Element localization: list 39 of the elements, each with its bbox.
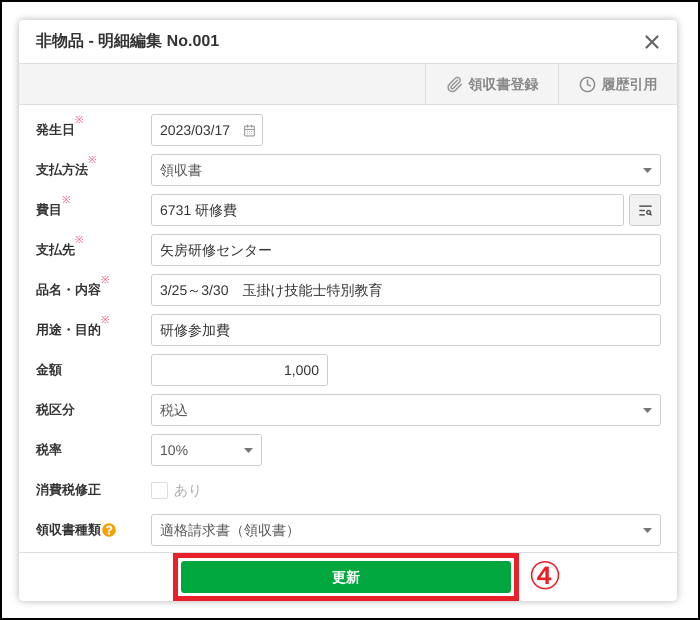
field-label: 発生日 xyxy=(36,121,75,140)
caret-icon xyxy=(643,408,652,412)
select-field[interactable]: 適格請求書（領収書） xyxy=(151,514,661,546)
required-mark: ※ xyxy=(101,316,109,326)
text-field[interactable]: 6731 研修費 xyxy=(151,194,624,226)
caret-icon xyxy=(244,448,253,452)
field-label: 支払方法 xyxy=(36,161,88,180)
calendar-icon xyxy=(243,124,256,136)
caret-icon xyxy=(643,168,652,172)
select-field[interactable]: 10% xyxy=(151,434,262,466)
field-label: 品名・内容 xyxy=(36,281,101,300)
required-mark: ※ xyxy=(75,116,83,126)
date-field[interactable]: 2023/03/17 xyxy=(151,114,263,146)
amount-field[interactable]: 1,000 xyxy=(151,354,328,386)
step-number: ④ xyxy=(528,558,562,596)
required-mark: ※ xyxy=(88,156,96,166)
text-field[interactable]: 研修参加費 xyxy=(151,314,661,346)
caret-icon xyxy=(643,528,652,532)
field-label: 税区分 xyxy=(36,401,75,420)
lookup-button[interactable] xyxy=(629,194,661,226)
field-label: 支払先 xyxy=(36,241,75,260)
text-field[interactable]: 矢房研修センター xyxy=(151,234,661,266)
field-label: 領収書種類 xyxy=(36,521,101,540)
field-label: 費目 xyxy=(36,201,62,220)
field-label: 金額 xyxy=(36,361,62,380)
dialog-title: 非物品 - 明細編集 No.001 xyxy=(36,32,220,52)
field-label: 税率 xyxy=(36,441,62,460)
paperclip-icon xyxy=(446,76,462,92)
required-mark: ※ xyxy=(62,196,70,206)
required-mark: ※ xyxy=(75,236,83,246)
required-mark: ※ xyxy=(101,276,109,286)
field-label: 用途・目的 xyxy=(36,321,101,340)
clock-icon xyxy=(578,76,596,92)
list-search-icon xyxy=(638,202,652,218)
text-field[interactable]: 3/25～3/30 玉掛け技能士特別教育 xyxy=(151,274,661,306)
field-label: 消費税修正 xyxy=(36,481,101,500)
select-field[interactable]: 税込 xyxy=(151,394,661,426)
select-field[interactable]: 領収書 xyxy=(151,154,661,186)
checkbox-label: あり xyxy=(174,480,202,500)
